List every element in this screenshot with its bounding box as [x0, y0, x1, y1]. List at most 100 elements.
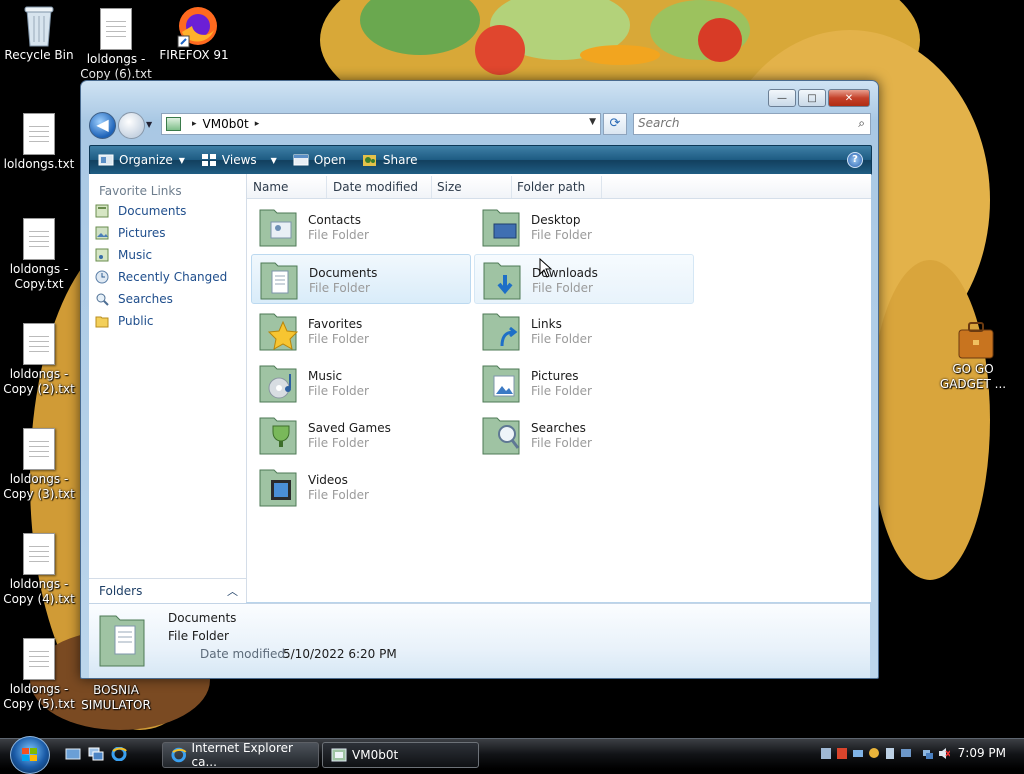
- chevron-up-icon: ︿: [227, 585, 238, 598]
- details-date-value: 5/10/2022 6:20 PM: [283, 647, 397, 661]
- refresh-icon: ⟳: [609, 116, 621, 131]
- share-label: Share: [382, 153, 418, 167]
- folder-item-pictures[interactable]: Pictures File Folder: [474, 358, 692, 406]
- search-input[interactable]: [634, 114, 842, 132]
- taskbar-item-internet-explorer[interactable]: Internet Explorer ca...: [162, 741, 319, 769]
- folder-type: File Folder: [308, 384, 369, 398]
- clock[interactable]: 7:09 PM: [958, 746, 1006, 760]
- folder-item-saved-games[interactable]: Saved Games File Folder: [251, 410, 469, 458]
- folder-item-links[interactable]: Links File Folder: [474, 306, 692, 354]
- explorer-window[interactable]: — □ ✕ ◀ ▼ ▸ VM0b0t ▸ ▼ ⟳ ⌕ Organize ▼ Vi…: [80, 80, 879, 679]
- text-file-icon: [23, 113, 55, 155]
- nav-link-searches[interactable]: Searches: [95, 289, 173, 309]
- tray-sidebar-icon[interactable]: [884, 747, 896, 760]
- desktop-icon-label: loldongs - Copy (2).txt: [3, 367, 75, 396]
- organize-button[interactable]: Organize ▼: [90, 146, 193, 174]
- column-header-folder-path[interactable]: Folder path: [511, 176, 602, 198]
- start-button[interactable]: [10, 736, 50, 774]
- folders-toggle[interactable]: Folders ︿: [89, 578, 246, 603]
- search-box[interactable]: ⌕: [633, 113, 871, 135]
- folder-item-downloads[interactable]: Downloads File Folder: [474, 254, 694, 304]
- maximize-button[interactable]: □: [798, 89, 826, 107]
- breadcrumb-chevron-icon[interactable]: ▸: [255, 119, 260, 129]
- open-button[interactable]: Open: [285, 146, 354, 174]
- show-desktop-icon[interactable]: [65, 747, 81, 761]
- desktop-icon-loldongs-copy-3[interactable]: loldongs - Copy (3).txt: [0, 428, 84, 502]
- desktop-icon-bosnia-simulator[interactable]: BOSNIA SIMULATOR: [71, 683, 161, 713]
- navigation-row: ◀ ▼ ▸ VM0b0t ▸ ▼ ⟳ ⌕: [89, 111, 871, 139]
- share-icon: [362, 155, 376, 166]
- folder-item-desktop[interactable]: Desktop File Folder: [474, 202, 692, 250]
- desktop-icon-firefox[interactable]: FIREFOX 91: [149, 4, 239, 63]
- folder-type: File Folder: [531, 332, 592, 346]
- internet-explorer-icon[interactable]: [111, 747, 127, 761]
- search-icon[interactable]: ⌕: [858, 116, 865, 131]
- tray-security-icon[interactable]: [836, 747, 848, 760]
- tray-app-icon[interactable]: [820, 747, 832, 760]
- nav-link-pictures[interactable]: Pictures: [95, 223, 166, 243]
- desktop-icon-loldongs[interactable]: loldongs.txt: [0, 113, 84, 172]
- minimize-button[interactable]: —: [768, 89, 796, 107]
- switch-windows-icon[interactable]: [88, 747, 104, 761]
- close-button[interactable]: ✕: [828, 89, 870, 107]
- nav-link-label: Pictures: [118, 226, 166, 240]
- back-button[interactable]: ◀: [89, 112, 116, 139]
- folder-name: Searches: [531, 421, 586, 435]
- folder-item-contacts[interactable]: Contacts File Folder: [251, 202, 469, 250]
- desktop-icon-loldongs-copy-6[interactable]: loldongs - Copy (6).txt: [71, 8, 161, 82]
- open-icon: [293, 154, 309, 166]
- favorites-folder-icon: [259, 313, 299, 351]
- saved-games-folder-icon: [259, 417, 297, 455]
- forward-button[interactable]: [118, 112, 145, 139]
- searches-icon: [96, 293, 109, 306]
- help-icon[interactable]: ?: [847, 152, 863, 168]
- folder-item-videos[interactable]: Videos File Folder: [251, 462, 469, 510]
- recent-pages-dropdown-icon[interactable]: ▼: [146, 120, 152, 129]
- views-button[interactable]: Views ▼: [193, 146, 285, 174]
- tray-network-status-icon[interactable]: [922, 747, 934, 760]
- share-button[interactable]: Share: [354, 146, 426, 174]
- column-header-name[interactable]: Name: [247, 176, 327, 198]
- desktop-icon-loldongs-copy-4[interactable]: loldongs - Copy (4).txt: [0, 533, 84, 607]
- column-header-size[interactable]: Size: [431, 176, 512, 198]
- folder-type: File Folder: [532, 281, 593, 295]
- tray-network-icon[interactable]: [852, 747, 864, 760]
- desktop-icon-go-go-gadget[interactable]: GO GO GADGET ...: [928, 318, 1018, 392]
- folder-type: File Folder: [308, 228, 369, 242]
- file-list[interactable]: Name Date modified Size Folder path Cont…: [247, 174, 871, 602]
- favorite-links-title: Favorite Links: [99, 184, 182, 198]
- taskbar-item-label: VM0b0t: [352, 748, 399, 762]
- breadcrumb-separator-icon[interactable]: ▸: [192, 119, 197, 129]
- desktop-icon-loldongs-copy-2[interactable]: loldongs - Copy (2).txt: [0, 323, 84, 397]
- folder-type: File Folder: [531, 228, 592, 242]
- music-icon: [95, 248, 109, 262]
- folder-item-favorites[interactable]: Favorites File Folder: [251, 306, 469, 354]
- computer-folder-icon: [166, 117, 181, 131]
- column-header-date-modified[interactable]: Date modified: [327, 176, 432, 198]
- desktop-icon-label: loldongs - Copy (4).txt: [3, 577, 75, 606]
- tray-update-icon[interactable]: [868, 747, 880, 760]
- nav-link-music[interactable]: Music: [95, 245, 152, 265]
- music-folder-icon: [259, 365, 297, 403]
- desktop-icon-label: loldongs - Copy (3).txt: [3, 472, 75, 501]
- volume-muted-icon[interactable]: [938, 747, 950, 760]
- folder-type: File Folder: [308, 436, 369, 450]
- taskbar-item-vm0b0t[interactable]: VM0b0t: [322, 742, 479, 768]
- folder-item-documents[interactable]: Documents File Folder: [251, 254, 471, 304]
- organize-label: Organize: [119, 153, 173, 167]
- mouse-cursor-icon: [539, 258, 553, 278]
- desktop-icon-label: loldongs - Copy (6).txt: [80, 52, 152, 81]
- nav-link-documents[interactable]: Documents: [95, 201, 186, 221]
- nav-link-recently-changed[interactable]: Recently Changed: [95, 267, 227, 287]
- breadcrumb-current[interactable]: VM0b0t: [203, 117, 249, 131]
- nav-link-public[interactable]: Public: [95, 311, 154, 331]
- address-dropdown-icon[interactable]: ▼: [589, 117, 596, 127]
- folder-item-music[interactable]: Music File Folder: [251, 358, 469, 406]
- desktop-icon-loldongs-copy[interactable]: loldongs - Copy.txt: [0, 218, 84, 292]
- folder-type: File Folder: [531, 384, 592, 398]
- tray-display-icon[interactable]: [900, 747, 912, 760]
- folder-item-searches[interactable]: Searches File Folder: [474, 410, 692, 458]
- text-file-icon: [23, 533, 55, 575]
- refresh-button[interactable]: ⟳: [603, 113, 627, 135]
- address-bar[interactable]: ▸ VM0b0t ▸ ▼: [161, 113, 601, 135]
